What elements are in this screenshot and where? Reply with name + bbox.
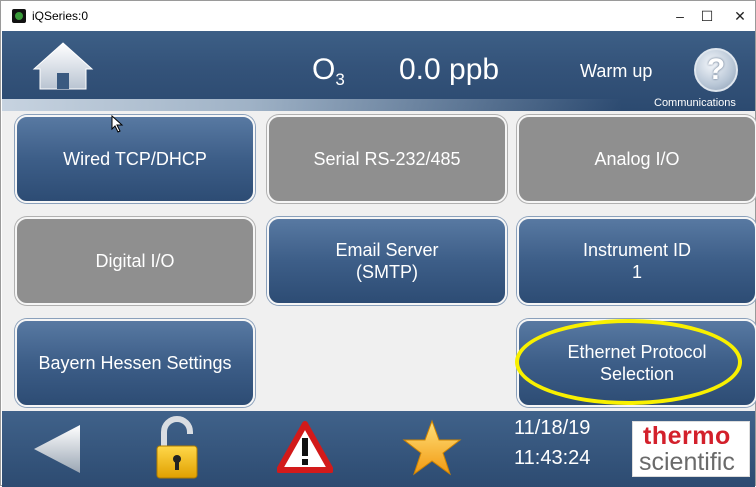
app-footer: 11/18/19 11:43:24 thermo scientific <box>2 411 755 487</box>
time-display: 11:43:24 <box>514 447 591 469</box>
ethernet-protocol-label: Ethernet Protocol Selection <box>567 342 707 384</box>
instrument-id-label: Instrument ID 1 <box>582 240 692 282</box>
title-bar: iQSeries:0 – ☐ ✕ <box>1 1 755 31</box>
bayern-hessen-button[interactable]: Bayern Hessen Settings <box>15 319 255 407</box>
serial-label: Serial RS-232/485 <box>313 149 461 169</box>
analog-io-label: Analog I/O <box>594 149 680 169</box>
status-text: Warm up <box>580 61 653 81</box>
gas-label: O3 <box>312 53 345 89</box>
analog-io-button[interactable]: Analog I/O <box>517 115 756 203</box>
window-title: iQSeries:0 <box>32 9 89 23</box>
back-arrow-icon[interactable] <box>32 423 84 475</box>
header-shine <box>2 99 622 111</box>
email-server-label: Email Server (SMTP) <box>335 240 439 282</box>
concentration-readout: 0.0 ppb <box>399 53 500 86</box>
bayern-hessen-label: Bayern Hessen Settings <box>38 353 232 373</box>
favorites-star-icon[interactable] <box>402 419 462 477</box>
email-server-button[interactable]: Email Server (SMTP) <box>267 217 507 305</box>
digital-io-button[interactable]: Digital I/O <box>15 217 255 305</box>
section-title: Communications <box>654 97 736 109</box>
help-icon[interactable]: ? <box>694 48 738 92</box>
logo-line2: scientific <box>639 448 735 476</box>
lock-icon[interactable] <box>154 416 200 480</box>
serial-button[interactable]: Serial RS-232/485 <box>267 115 507 203</box>
home-icon[interactable] <box>32 41 94 91</box>
ethernet-protocol-button[interactable]: Ethernet Protocol Selection <box>517 319 756 407</box>
close-button[interactable]: ✕ <box>717 1 756 31</box>
app-header: O3 0.0 ppb Warm up ? Communications <box>2 31 755 111</box>
thermo-scientific-logo: thermo scientific <box>632 421 750 477</box>
app-icon <box>12 9 26 23</box>
wired-tcp-label: Wired TCP/DHCP <box>63 149 207 169</box>
logo-line1: thermo <box>643 422 731 450</box>
menu-panel: Wired TCP/DHCP Serial RS-232/485 Analog … <box>2 111 756 411</box>
app-window: iQSeries:0 – ☐ ✕ O3 0.0 ppb Warm up ? Co… <box>0 0 756 487</box>
digital-io-label: Digital I/O <box>95 251 175 271</box>
date-display: 11/18/19 <box>514 417 591 439</box>
mouse-cursor-icon <box>111 115 124 133</box>
wired-tcp-button[interactable]: Wired TCP/DHCP <box>15 115 255 203</box>
instrument-id-button[interactable]: Instrument ID 1 <box>517 217 756 305</box>
alarm-icon[interactable] <box>277 421 333 473</box>
